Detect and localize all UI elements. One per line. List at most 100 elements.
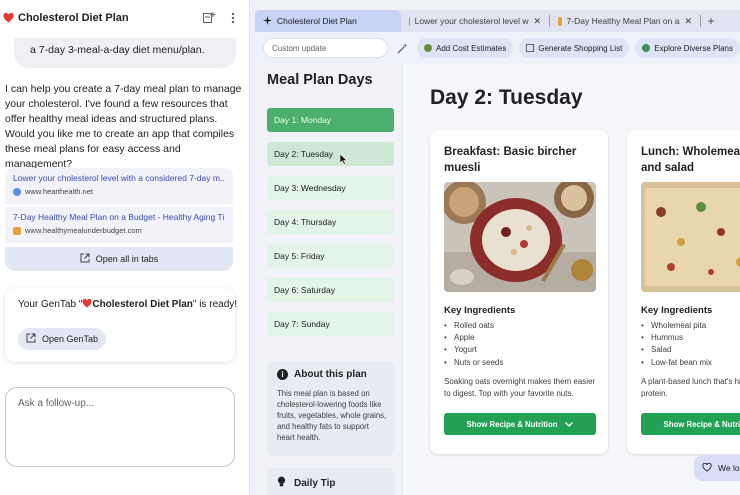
source-link-healthymeal[interactable]: 7-Day Healthy Meal Plan on a Budget - He… — [5, 207, 233, 243]
tab-7-day-meal-plan[interactable]: 7-Day Healthy Meal Plan on a ✕ — [550, 10, 700, 32]
lightbulb-icon — [277, 476, 286, 491]
food-icon — [558, 16, 562, 26]
day-item-friday[interactable]: Day 5: Friday — [267, 244, 394, 268]
heart-icon — [2, 12, 15, 25]
ingredient-item: Hummus — [641, 332, 712, 344]
close-icon[interactable]: ✕ — [533, 16, 541, 27]
day-content: Day 2: Tuesday Breakfast: Basic bircher … — [404, 64, 740, 495]
source-link-hearthealth[interactable]: Lower your cholesterol level with a cons… — [5, 168, 233, 204]
followup-input[interactable]: Ask a follow-up... — [5, 387, 235, 467]
explore-diverse-plans-chip[interactable]: Explore Diverse Plans — [635, 38, 740, 58]
assistant-message: I can help you create a 7-day meal plan … — [5, 83, 242, 170]
heart-icon — [82, 298, 92, 311]
external-link-icon — [80, 253, 90, 265]
feedback-label: We lov — [718, 463, 740, 473]
chat-title-text: Cholesterol Diet Plan — [18, 12, 129, 24]
day-item-thursday[interactable]: Day 4: Thursday — [267, 210, 394, 234]
gentab-prefix: Your GenTab " — [18, 299, 83, 310]
day-item-tuesday[interactable]: Day 2: Tuesday — [267, 142, 394, 166]
sidebar-title: Meal Plan Days — [267, 72, 373, 88]
meal-description: A plant-based lunch that's high in fiber… — [641, 377, 740, 398]
magic-wand-icon[interactable] — [394, 39, 411, 57]
generate-shopping-list-chip[interactable]: Generate Shopping List — [519, 38, 630, 58]
about-plan-card: i About this plan This meal plan is base… — [267, 361, 394, 456]
list-icon — [526, 44, 535, 52]
coin-icon — [423, 44, 432, 52]
muesli-photo — [444, 182, 596, 292]
tab-label: Lower your cholesterol level w — [414, 16, 529, 26]
custom-update-input[interactable]: Custom update — [263, 38, 389, 58]
gentab-message: Your GenTab " Cholesterol Diet Plan" is r… — [18, 298, 238, 311]
days-sidebar: Meal Plan Days Day 1: Monday Day 2: Tues… — [255, 64, 403, 495]
chat-title: Cholesterol Diet Plan — [2, 12, 194, 25]
chat-header: Cholesterol Diet Plan — [0, 0, 250, 36]
tab-bar: Cholesterol Diet Plan Lower your cholest… — [255, 10, 740, 32]
pita-photo — [641, 182, 740, 292]
add-tab-icon[interactable] — [200, 9, 218, 27]
chat-panel: Cholesterol Diet Plan a 7-day 3-meal-a-d… — [0, 0, 250, 495]
new-tab-icon[interactable]: + — [701, 10, 721, 32]
globe-icon — [13, 187, 21, 196]
ingredient-item: Nuts or seeds — [444, 357, 503, 369]
heart-outline-icon — [702, 462, 712, 474]
chip-label: Generate Shopping List — [538, 43, 623, 53]
sparkle-icon — [263, 15, 272, 27]
day-item-monday[interactable]: Day 1: Monday — [267, 108, 394, 132]
mouse-cursor-icon — [340, 154, 348, 165]
key-ingredients-label: Key Ingredients — [641, 305, 713, 316]
day-item-sunday[interactable]: Day 7: Sunday — [267, 312, 394, 336]
tab-lower-cholesterol[interactable]: Lower your cholesterol level w ✕ — [401, 10, 549, 32]
ingredient-item: Low-fat bean mix — [641, 357, 712, 369]
meal-card-lunch: Lunch: Wholemeal hummus and salad — [627, 130, 740, 454]
source-title: 7-Day Healthy Meal Plan on a Budget - He… — [13, 212, 225, 222]
chip-label: Explore Diverse Plans — [654, 43, 733, 53]
browser-window: Cholesterol Diet Plan Lower your cholest… — [255, 10, 740, 495]
more-options-icon[interactable] — [224, 9, 242, 27]
add-cost-estimates-chip[interactable]: Add Cost Estimates — [416, 38, 514, 58]
user-message: a 7-day 3-meal-a-day diet menu/plan. — [14, 38, 236, 68]
open-gentab-label: Open GenTab — [41, 334, 99, 344]
food-icon — [13, 226, 21, 235]
ingredient-item: Salad — [641, 344, 712, 356]
source-url-row: www.hearthealth.net — [13, 187, 225, 196]
gentab-ready-card: Your GenTab " Cholesterol Diet Plan" is r… — [5, 288, 238, 362]
close-icon[interactable]: ✕ — [684, 16, 692, 27]
show-recipe-button[interactable]: Show Recipe & Nutrition — [641, 413, 740, 435]
recipe-button-label: Show Recipe & Nutrition — [663, 419, 740, 429]
open-gentab-button[interactable]: Open GenTab — [18, 328, 106, 350]
feedback-button[interactable]: We lov — [694, 455, 740, 481]
gentab-toolbar: Custom update Add Cost Estimates Generat… — [255, 32, 740, 64]
show-recipe-button[interactable]: Show Recipe & Nutrition — [444, 413, 596, 435]
external-link-icon — [26, 333, 36, 345]
about-text: This meal plan is based on cholesterol-l… — [277, 389, 387, 442]
key-ingredients-label: Key Ingredients — [444, 305, 516, 316]
ingredient-item: Wholemeal pita — [641, 320, 712, 332]
tab-cholesterol-diet-plan[interactable]: Cholesterol Diet Plan — [255, 10, 401, 32]
meal-title: Breakfast: Basic bircher muesli — [444, 146, 577, 174]
chip-label: Add Cost Estimates — [435, 43, 507, 53]
globe-icon — [642, 44, 651, 52]
source-title: Lower your cholesterol level with a cons… — [13, 173, 225, 183]
source-url: www.healthymealunderbudget.com — [25, 226, 142, 235]
ingredient-item: Rolled oats — [444, 320, 503, 332]
day-heading: Day 2: Tuesday — [430, 86, 583, 109]
tip-title: Daily Tip — [294, 477, 336, 489]
about-title: About this plan — [294, 369, 367, 380]
meal-title: Lunch: Wholemeal hummus and salad — [641, 146, 740, 174]
info-icon: i — [277, 369, 288, 380]
day-item-saturday[interactable]: Day 6: Saturday — [267, 278, 394, 302]
about-header: i About this plan — [277, 369, 387, 380]
ingredient-item: Yogurt — [444, 344, 503, 356]
open-all-tabs-button[interactable]: Open all in tabs — [5, 247, 233, 271]
chevron-down-icon — [565, 420, 574, 429]
globe-icon — [409, 16, 410, 26]
ingredient-list: Rolled oats Apple Yogurt Nuts or seeds — [444, 320, 503, 369]
open-all-tabs-label: Open all in tabs — [95, 254, 159, 264]
daily-tip-card: Daily Tip — [267, 468, 394, 495]
source-url: www.hearthealth.net — [25, 187, 93, 196]
day-item-wednesday[interactable]: Day 3: Wednesday — [267, 176, 394, 200]
ingredient-list: Wholemeal pita Hummus Salad Low-fat bean… — [641, 320, 712, 369]
gentab-suffix: " is ready! — [192, 299, 238, 310]
source-url-row: www.healthymealunderbudget.com — [13, 226, 225, 235]
followup-placeholder: Ask a follow-up... — [18, 398, 95, 409]
